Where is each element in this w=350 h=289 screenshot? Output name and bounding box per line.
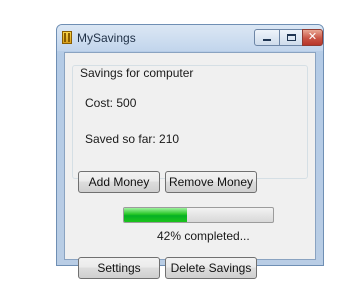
maximize-icon bbox=[287, 34, 296, 41]
savings-progress-bar bbox=[123, 207, 274, 223]
title-bar[interactable]: MySavings ✕ bbox=[57, 25, 323, 51]
add-money-button[interactable]: Add Money bbox=[78, 171, 160, 193]
close-icon: ✕ bbox=[307, 31, 318, 43]
mysavings-window: MySavings ✕ Savings for computer Cost: 5… bbox=[56, 24, 324, 279]
minimize-button[interactable] bbox=[254, 29, 280, 46]
savings-group-box: Savings for computer Cost: 500 Saved so … bbox=[72, 65, 308, 179]
delete-savings-button[interactable]: Delete Savings bbox=[165, 257, 257, 279]
app-icon bbox=[62, 31, 72, 44]
remove-money-button[interactable]: Remove Money bbox=[165, 171, 257, 193]
saved-label: Saved so far: 210 bbox=[85, 132, 180, 146]
minimize-icon bbox=[263, 39, 271, 41]
group-title: Savings for computer bbox=[77, 66, 197, 80]
close-button[interactable]: ✕ bbox=[302, 29, 323, 46]
window-client-area: Savings for computer Cost: 500 Saved so … bbox=[64, 52, 316, 279]
progress-status: 42% completed... bbox=[157, 229, 250, 243]
window-title: MySavings bbox=[77, 31, 136, 45]
progress-fill bbox=[124, 208, 187, 222]
cost-label: Cost: 500 bbox=[85, 96, 137, 110]
maximize-button[interactable] bbox=[279, 29, 303, 46]
settings-button[interactable]: Settings bbox=[78, 257, 160, 279]
